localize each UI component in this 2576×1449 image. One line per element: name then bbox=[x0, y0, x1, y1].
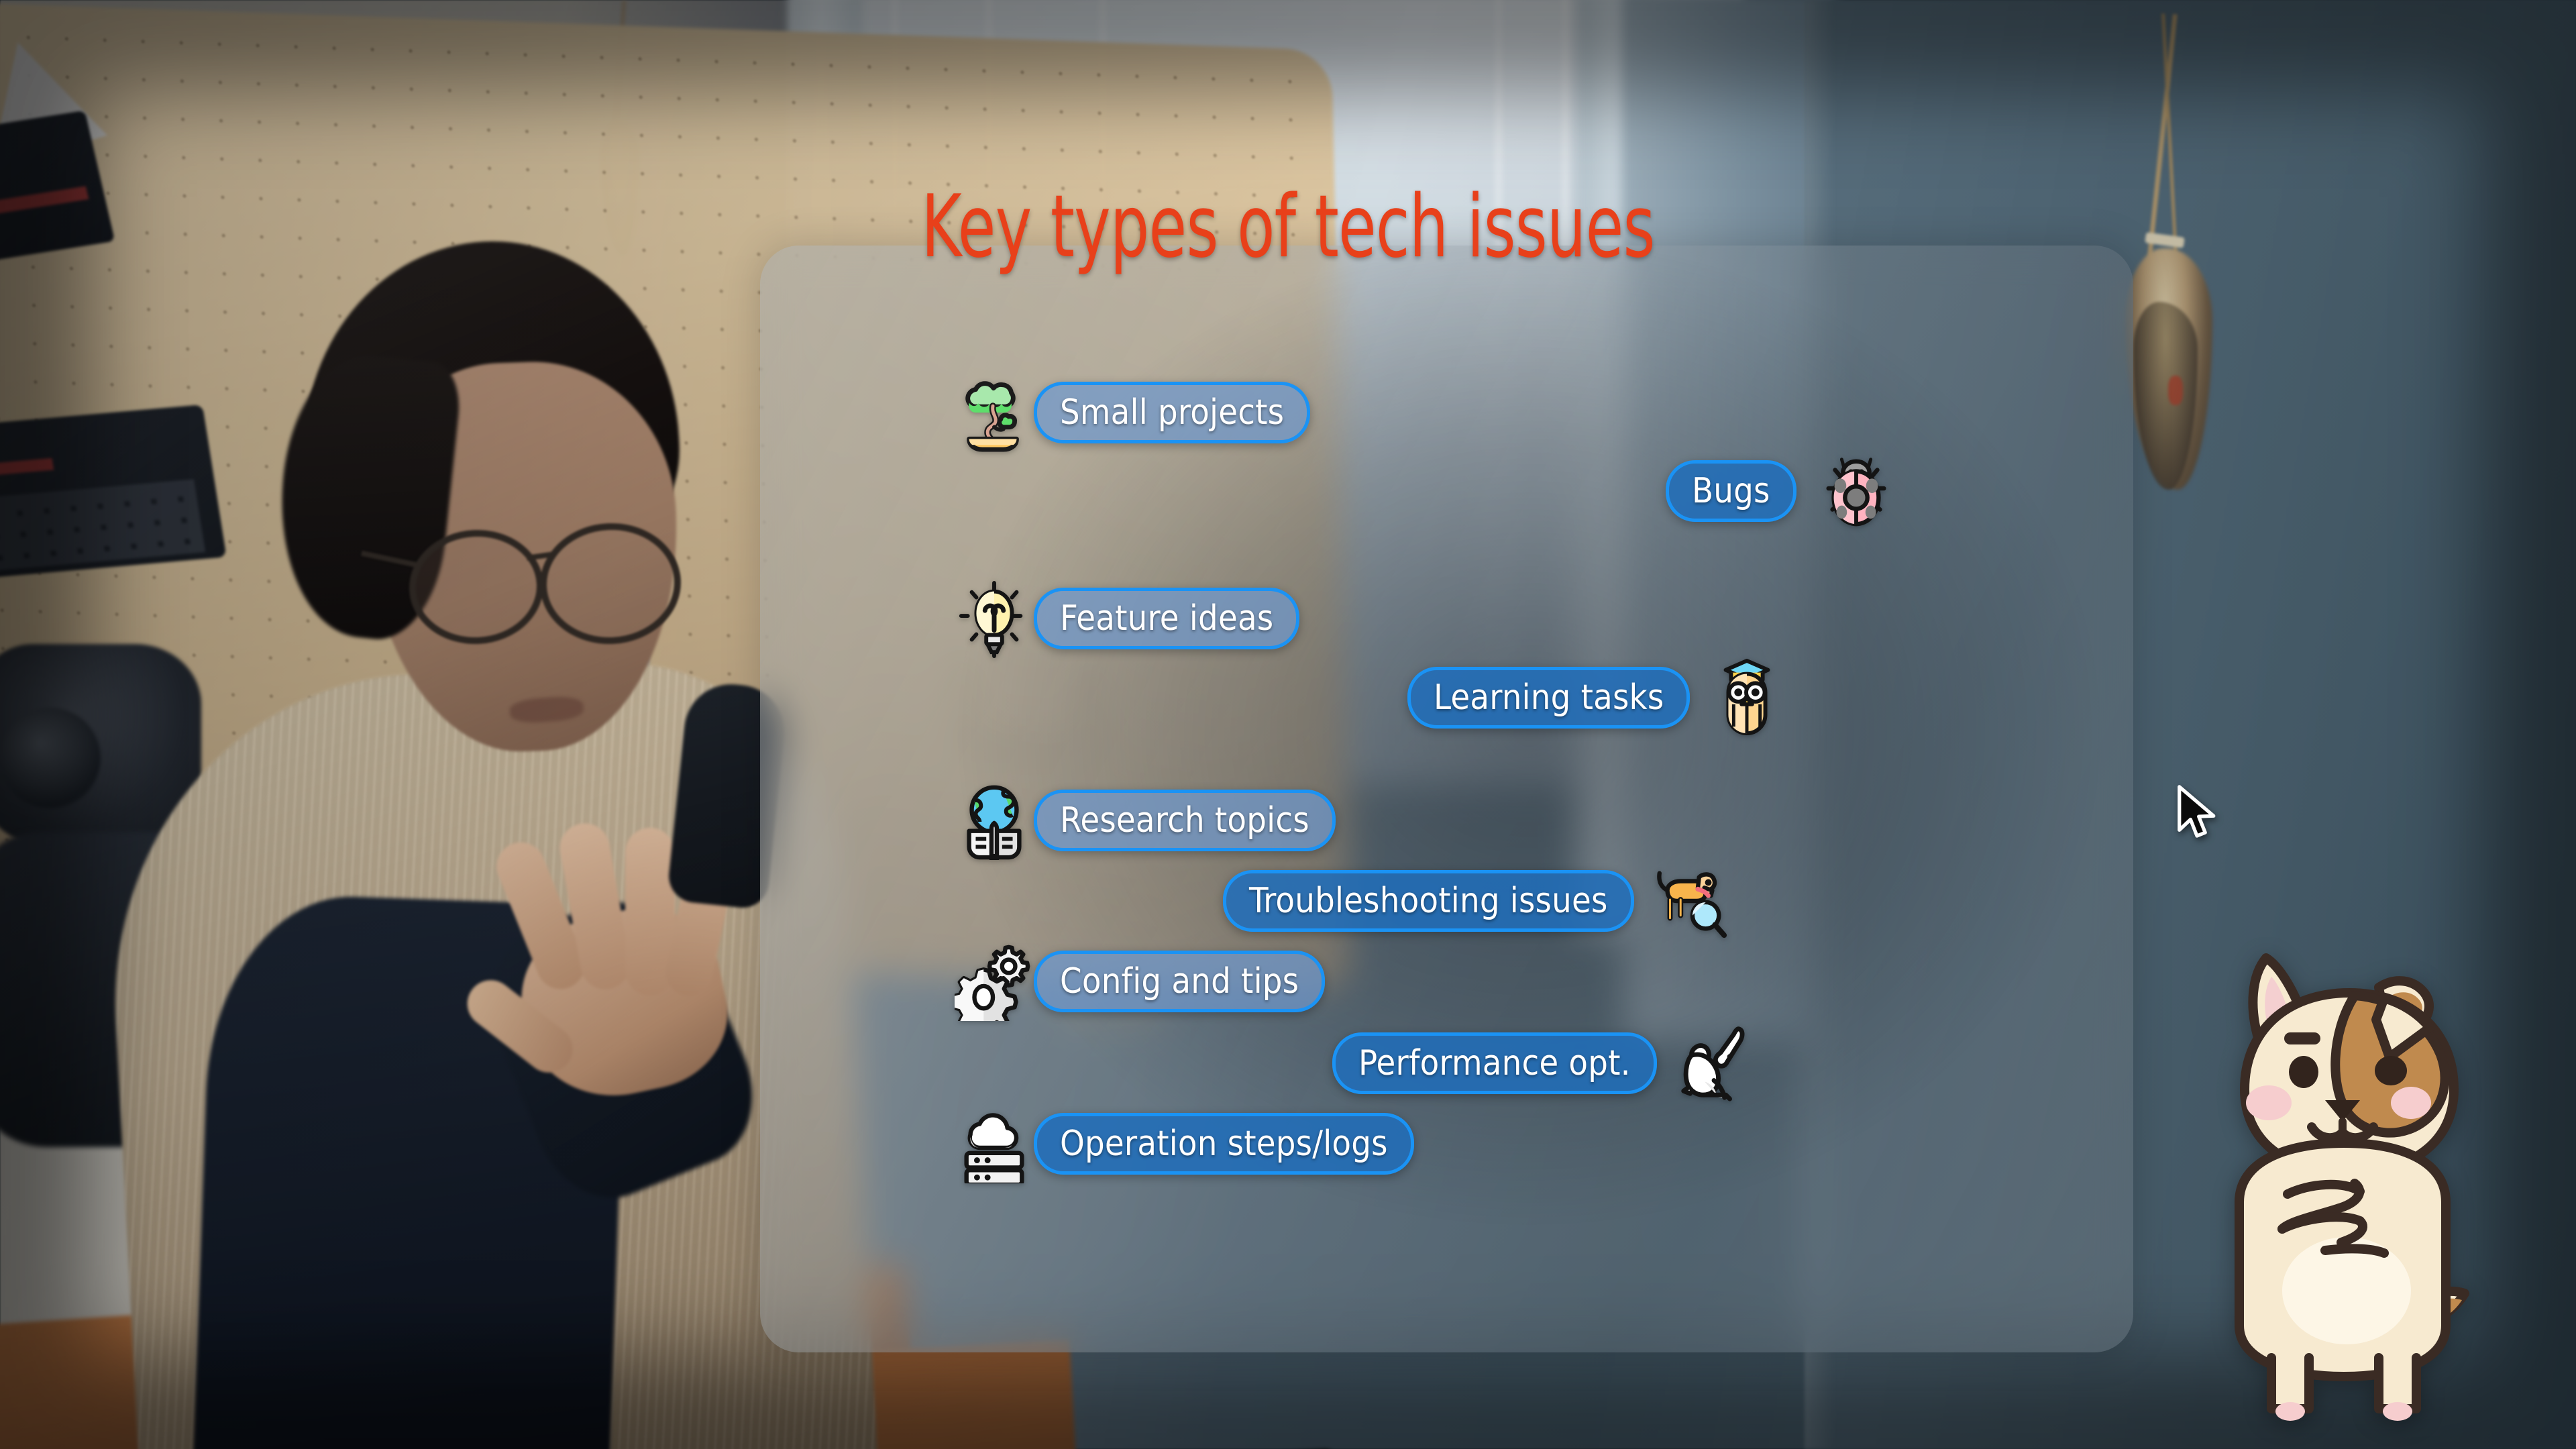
list-item[interactable]: Small projects bbox=[955, 373, 1311, 452]
list-item[interactable]: Config and tips bbox=[955, 942, 1326, 1021]
screen: Key types of tech issues Small projects … bbox=[0, 0, 2576, 1449]
detective-dog-icon bbox=[1650, 861, 1729, 941]
list-item[interactable]: Performance opt. bbox=[1332, 1024, 1752, 1103]
pill-config-and-tips[interactable]: Config and tips bbox=[1034, 951, 1326, 1012]
list-item[interactable]: Operation steps/logs bbox=[955, 1104, 1414, 1183]
pill-feature-ideas[interactable]: Feature ideas bbox=[1034, 588, 1300, 649]
pill-performance-opt[interactable]: Performance opt. bbox=[1332, 1032, 1657, 1094]
pill-research-topics[interactable]: Research topics bbox=[1034, 790, 1336, 851]
list-item[interactable]: Feature ideas bbox=[955, 579, 1300, 658]
pill-learning-tasks[interactable]: Learning tasks bbox=[1407, 667, 1690, 729]
rabbit-icon bbox=[1673, 1024, 1752, 1103]
items-layer: Small projects Bugs Feature ideas Learni… bbox=[760, 246, 2133, 1352]
bonsai-tree-icon bbox=[955, 373, 1034, 452]
list-item[interactable]: Troubleshooting issues bbox=[1223, 861, 1729, 941]
pill-operation-steps-logs[interactable]: Operation steps/logs bbox=[1034, 1113, 1414, 1175]
list-item[interactable]: Bugs bbox=[1666, 451, 1896, 531]
list-item[interactable]: Research topics bbox=[955, 781, 1336, 860]
pill-bugs[interactable]: Bugs bbox=[1666, 460, 1796, 522]
list-item[interactable]: Learning tasks bbox=[1407, 658, 1786, 737]
light-bulb-icon bbox=[955, 579, 1034, 658]
pill-small-projects[interactable]: Small projects bbox=[1034, 382, 1311, 443]
graduate-owl-icon bbox=[1707, 658, 1786, 737]
gears-icon bbox=[955, 942, 1034, 1021]
ladybug-icon bbox=[1817, 451, 1896, 531]
pill-troubleshooting-issues[interactable]: Troubleshooting issues bbox=[1223, 870, 1634, 932]
globe-book-icon bbox=[955, 781, 1034, 860]
cloud-server-icon bbox=[955, 1104, 1034, 1183]
arrow-cursor bbox=[2174, 784, 2220, 848]
shiba-dog-mascot bbox=[2207, 939, 2502, 1436]
